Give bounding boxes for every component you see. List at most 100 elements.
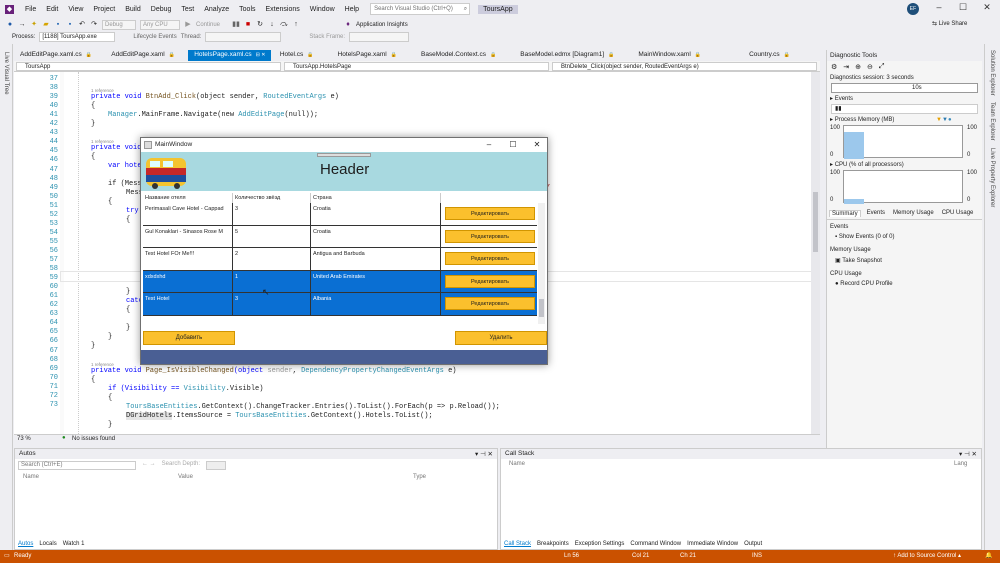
- hotel-row[interactable]: Perimasali Cave Hotel - Cappad 3 Croatia Ре…: [143, 203, 537, 226]
- memory-graph[interactable]: [843, 125, 963, 159]
- hotel-cell-country[interactable]: Croatia: [311, 203, 441, 225]
- delete-button[interactable]: Удалить: [455, 331, 547, 345]
- hotel-row[interactable]: Test Hotel FOr Me!!! 2 Antigua and Barbuda…: [143, 248, 537, 271]
- panel-tab[interactable]: Call Stack: [504, 541, 531, 547]
- doc-tab[interactable]: HotelsPage.xaml.cs ⊟ ✕: [188, 50, 272, 61]
- source-control-button[interactable]: ↑ Add to Source Control ▴: [893, 550, 961, 563]
- menu-item-test[interactable]: Test: [176, 6, 199, 13]
- app-close-icon[interactable]: ✕: [527, 138, 547, 152]
- grid-col-stars[interactable]: Количество звёзд: [233, 193, 311, 203]
- save-all-icon[interactable]: ▪: [66, 21, 74, 29]
- menu-item-extensions[interactable]: Extensions: [261, 6, 305, 13]
- hotel-cell-name[interactable]: Gul Konaklari - Sinasos Rose M: [143, 225, 233, 247]
- hotel-cell-country[interactable]: United Arab Emirates: [311, 270, 441, 292]
- diag-tab[interactable]: Memory Usage: [891, 210, 936, 217]
- hotel-cell-name[interactable]: xdxdxhd: [143, 270, 233, 292]
- breakall-icon[interactable]: ▮▮: [232, 21, 240, 29]
- menu-item-window[interactable]: Window: [305, 6, 340, 13]
- hotel-row[interactable]: Gul Konaklari - Sinasos Rose M 5 Croatia Ре…: [143, 225, 537, 248]
- menu-item-view[interactable]: View: [63, 6, 88, 13]
- hotel-row[interactable]: xdxdxhd 1 United Arab Emirates Редактироват…: [143, 270, 537, 293]
- diag-tab[interactable]: Summary: [829, 210, 861, 217]
- doc-tab[interactable]: AddEditPage.xaml 🔒: [105, 50, 181, 61]
- edit-button[interactable]: Редактировать: [445, 229, 535, 243]
- panel-tab[interactable]: Command Window: [630, 541, 681, 547]
- grid-scrollbar-thumb[interactable]: [539, 299, 544, 317]
- take-snapshot-button[interactable]: ▣ Take Snapshot: [827, 255, 982, 266]
- edit-button[interactable]: Редактировать: [445, 297, 535, 310]
- autos-search-input[interactable]: Search (Ctrl+E): [18, 461, 136, 470]
- panel-tab[interactable]: Locals: [39, 541, 56, 547]
- app-insights-button[interactable]: Application Insights: [356, 22, 408, 28]
- step-into-icon[interactable]: ↓: [268, 21, 276, 29]
- restart-icon[interactable]: ↻: [256, 21, 264, 29]
- record-cpu-button[interactable]: ● Record CPU Profile: [827, 279, 982, 289]
- menu-item-debug[interactable]: Debug: [146, 6, 177, 13]
- menu-item-tools[interactable]: Tools: [234, 6, 260, 13]
- cpu-graph[interactable]: [843, 170, 963, 204]
- step-over-icon[interactable]: ⤼: [280, 21, 288, 29]
- select-tools-icon[interactable]: ⇥: [843, 63, 849, 71]
- scrollbar-thumb[interactable]: [813, 192, 818, 252]
- stack-frame-select[interactable]: [349, 32, 410, 42]
- minimize-icon[interactable]: –: [932, 2, 946, 12]
- search-input[interactable]: Search Visual Studio (Ctrl+Q) ⌕: [370, 3, 471, 15]
- panel-tab[interactable]: Breakpoints: [537, 541, 569, 547]
- edit-button[interactable]: Редактировать: [445, 207, 535, 220]
- menu-item-build[interactable]: Build: [120, 6, 146, 13]
- settings-icon[interactable]: ⚙: [831, 63, 837, 71]
- show-events-link[interactable]: ▪ Show Events (0 of 0): [827, 232, 982, 242]
- doc-tab[interactable]: HotelsPage.xaml 🔒: [332, 50, 403, 61]
- menu-item-project[interactable]: Project: [88, 6, 120, 13]
- config-select[interactable]: Debug: [102, 19, 136, 30]
- hotel-cell-stars[interactable]: 3: [233, 293, 311, 315]
- diag-tab[interactable]: Events: [865, 210, 887, 217]
- grid-col-name[interactable]: Название отеля: [143, 193, 233, 203]
- timeline-ruler[interactable]: 10s: [831, 83, 978, 93]
- member-dropdown[interactable]: BtnDelete_Click(object sender, RoutedEve…: [552, 62, 817, 71]
- continue-button[interactable]: Continue: [196, 22, 220, 28]
- open-icon[interactable]: ▰: [42, 21, 50, 29]
- close-icon[interactable]: ✕: [980, 2, 994, 13]
- doc-tab[interactable]: Country.cs 🔒: [743, 50, 820, 61]
- app-minimize-icon[interactable]: –: [479, 138, 499, 152]
- menu-item-edit[interactable]: Edit: [41, 6, 63, 13]
- menu-item-analyze[interactable]: Analyze: [199, 6, 234, 13]
- hotel-cell-name[interactable]: Test Hotel FOr Me!!!: [143, 248, 233, 270]
- doc-tab[interactable]: BaseModel.edmx [Diagram1] 🔒: [514, 50, 620, 61]
- panel-tab[interactable]: Exception Settings: [575, 541, 625, 547]
- hotel-cell-name[interactable]: Perimasali Cave Hotel - Cappad: [143, 203, 233, 225]
- project-dropdown[interactable]: ToursApp: [16, 62, 281, 71]
- panel-tab[interactable]: Autos: [18, 541, 33, 547]
- doc-tab[interactable]: MainWindow.xaml 🔒: [632, 50, 707, 61]
- avatar[interactable]: EF: [907, 3, 919, 15]
- class-dropdown[interactable]: ToursApp.HotelsPage: [284, 62, 549, 71]
- doc-tab[interactable]: BaseModel.Context.cs 🔒: [415, 50, 502, 61]
- panel-tab[interactable]: Immediate Window: [687, 541, 738, 547]
- close-tab-icon[interactable]: ⊟ ✕: [256, 52, 266, 58]
- undo-icon[interactable]: ↶: [78, 21, 86, 29]
- process-select[interactable]: [1188] ToursApp.exe: [39, 32, 116, 42]
- pause-icon[interactable]: ▮▮: [831, 104, 978, 114]
- save-icon[interactable]: ▪: [54, 21, 62, 29]
- edit-button[interactable]: Редактировать: [445, 252, 535, 265]
- editor-scrollbar[interactable]: [811, 72, 820, 434]
- menu-item-file[interactable]: File: [20, 6, 41, 13]
- solution-explorer-tab[interactable]: Solution Explorer: [989, 50, 995, 96]
- platform-select[interactable]: Any CPU: [140, 19, 180, 30]
- zoom-level[interactable]: 73 %: [17, 436, 31, 442]
- continue-icon[interactable]: ▶: [184, 21, 192, 29]
- debug-toolbar-handle[interactable]: [317, 153, 371, 157]
- grid-col-country[interactable]: Страна: [311, 193, 441, 203]
- doc-tab[interactable]: Hotel.cs 🔒: [274, 50, 320, 61]
- pin-icon[interactable]: ▾ ⊣ ✕: [959, 450, 977, 458]
- panel-tab[interactable]: Watch 1: [63, 541, 85, 547]
- hotel-cell-stars[interactable]: 3: [233, 203, 311, 225]
- hotel-cell-country[interactable]: Albania: [311, 293, 441, 315]
- app-maximize-icon[interactable]: ☐: [503, 138, 523, 152]
- hotel-cell-stars[interactable]: 2: [233, 248, 311, 270]
- redo-icon[interactable]: ↷: [90, 21, 98, 29]
- lifecycle-events-button[interactable]: Lifecycle Events: [133, 34, 176, 40]
- pin-icon[interactable]: ▾ ⊣ ✕: [475, 450, 493, 458]
- doc-tab[interactable]: AddEditPage.xaml.cs 🔒: [14, 50, 98, 61]
